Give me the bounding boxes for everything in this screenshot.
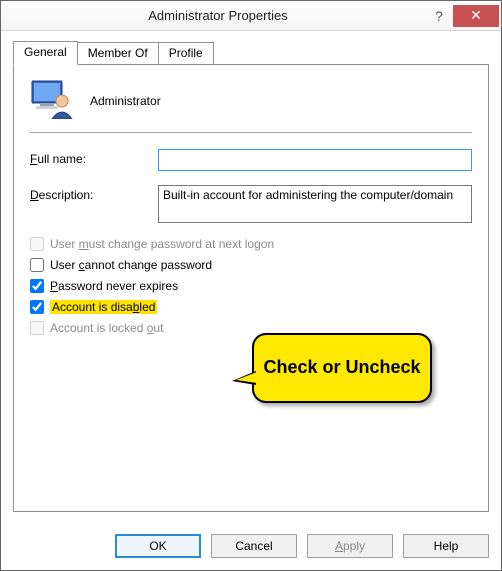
ok-button[interactable]: OK <box>115 534 201 558</box>
callout-text: Check or Uncheck <box>263 357 420 379</box>
fullname-row: Full name: <box>30 149 472 171</box>
label-locked-out: Account is locked out <box>50 321 163 335</box>
dialog-window: Administrator Properties ? ✕ General Mem… <box>0 0 502 571</box>
checkbox-locked-out <box>30 321 44 335</box>
help-button[interactable]: Help <box>403 534 489 558</box>
check-must-change: User must change password at next logon <box>30 237 472 251</box>
description-label: Description: <box>30 185 158 202</box>
tabpanel-general: Administrator Full name: Description: Bu… <box>13 64 489 512</box>
button-row: OK Cancel Apply Help <box>1 524 501 570</box>
checkbox-cannot-change[interactable] <box>30 258 44 272</box>
user-monitor-icon <box>30 79 74 122</box>
tab-member-of[interactable]: Member Of <box>77 42 159 64</box>
account-name: Administrator <box>90 94 161 108</box>
checkbox-disabled[interactable] <box>30 300 44 314</box>
close-button[interactable]: ✕ <box>453 5 499 27</box>
cancel-button[interactable]: Cancel <box>211 534 297 558</box>
tab-profile[interactable]: Profile <box>158 42 214 64</box>
checkbox-never-expires[interactable] <box>30 279 44 293</box>
tab-general[interactable]: General <box>13 41 78 65</box>
label-cannot-change: User cannot change password <box>50 258 212 272</box>
tabstrip: General Member Of Profile <box>13 41 489 64</box>
checkbox-must-change <box>30 237 44 251</box>
label-must-change: User must change password at next logon <box>50 237 274 251</box>
window-title: Administrator Properties <box>11 8 425 23</box>
check-disabled[interactable]: Account is disabled <box>30 300 472 314</box>
check-never-expires[interactable]: Password never expires <box>30 279 472 293</box>
fullname-label: Full name: <box>30 149 158 166</box>
label-never-expires: Password never expires <box>50 279 178 293</box>
titlebar: Administrator Properties ? ✕ <box>1 1 501 31</box>
check-cannot-change[interactable]: User cannot change password <box>30 258 472 272</box>
help-icon[interactable]: ? <box>425 5 453 27</box>
dialog-body: General Member Of Profile Administrator <box>1 31 501 524</box>
description-input[interactable]: Built-in account for administering the c… <box>158 185 472 223</box>
description-row: Description: Built-in account for admini… <box>30 185 472 223</box>
apply-button[interactable]: Apply <box>307 534 393 558</box>
checkbox-group: User must change password at next logon … <box>30 237 472 335</box>
fullname-input[interactable] <box>158 149 472 171</box>
account-header: Administrator <box>30 79 472 122</box>
annotation-callout: Check or Uncheck <box>252 333 432 403</box>
divider <box>30 132 472 133</box>
label-disabled: Account is disabled <box>50 300 157 314</box>
